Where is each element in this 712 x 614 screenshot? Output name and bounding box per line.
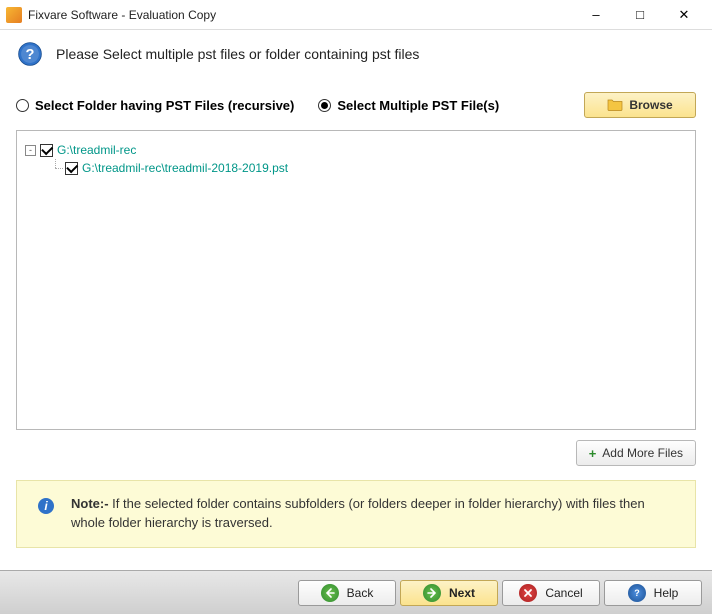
cancel-button[interactable]: Cancel xyxy=(502,580,600,606)
tree-root-checkbox[interactable] xyxy=(40,144,53,157)
cancel-x-icon xyxy=(519,584,537,602)
radio-select-multiple[interactable]: Select Multiple PST File(s) xyxy=(318,98,499,113)
next-button-label: Next xyxy=(449,586,475,600)
options-row: Select Folder having PST Files (recursiv… xyxy=(16,92,696,118)
svg-text:?: ? xyxy=(634,588,640,598)
tree-child-row[interactable]: G:\treadmil-rec\treadmil-2018-2019.pst xyxy=(25,159,687,177)
tree-child-label: G:\treadmil-rec\treadmil-2018-2019.pst xyxy=(82,161,288,175)
next-button[interactable]: Next xyxy=(400,580,498,606)
maximize-button[interactable]: □ xyxy=(618,1,662,29)
svg-text:?: ? xyxy=(26,47,35,63)
question-icon: ? xyxy=(16,40,44,68)
tree-connector xyxy=(51,159,65,177)
note-prefix: Note:- xyxy=(71,496,112,511)
app-icon xyxy=(6,7,22,23)
back-arrow-icon xyxy=(321,584,339,602)
next-arrow-icon xyxy=(423,584,441,602)
tree-root-row[interactable]: - G:\treadmil-rec xyxy=(25,141,687,159)
back-button-label: Back xyxy=(347,586,374,600)
radio-icon-selected xyxy=(318,99,331,112)
header-text: Please Select multiple pst files or fold… xyxy=(56,46,419,62)
help-q-icon: ? xyxy=(628,584,646,602)
header-strip: ? Please Select multiple pst files or fo… xyxy=(0,30,712,82)
tree-child-checkbox[interactable] xyxy=(65,162,78,175)
folder-icon xyxy=(607,97,623,114)
note-body: If the selected folder contains subfolde… xyxy=(71,496,645,530)
add-more-files-button[interactable]: + Add More Files xyxy=(576,440,696,466)
collapse-icon[interactable]: - xyxy=(25,145,36,156)
radio-select-folder-label: Select Folder having PST Files (recursiv… xyxy=(35,98,294,113)
add-more-files-label: Add More Files xyxy=(602,446,683,460)
footer-nav: Back Next Cancel ? Help xyxy=(0,570,712,614)
browse-button-label: Browse xyxy=(629,98,672,112)
close-button[interactable]: ✕ xyxy=(662,1,706,29)
back-button[interactable]: Back xyxy=(298,580,396,606)
plus-icon: + xyxy=(589,446,597,461)
file-tree: - G:\treadmil-rec G:\treadmil-rec\treadm… xyxy=(16,130,696,430)
browse-button[interactable]: Browse xyxy=(584,92,696,118)
help-button-label: Help xyxy=(654,586,679,600)
info-icon: i xyxy=(37,497,55,515)
titlebar: Fixvare Software - Evaluation Copy – □ ✕ xyxy=(0,0,712,30)
radio-icon xyxy=(16,99,29,112)
radio-select-multiple-label: Select Multiple PST File(s) xyxy=(337,98,499,113)
tree-root-label: G:\treadmil-rec xyxy=(57,143,136,157)
cancel-button-label: Cancel xyxy=(545,586,582,600)
window-title: Fixvare Software - Evaluation Copy xyxy=(28,8,574,22)
radio-select-folder[interactable]: Select Folder having PST Files (recursiv… xyxy=(16,98,294,113)
note-text: Note:- If the selected folder contains s… xyxy=(71,495,675,533)
minimize-button[interactable]: – xyxy=(574,1,618,29)
help-button[interactable]: ? Help xyxy=(604,580,702,606)
note-box: i Note:- If the selected folder contains… xyxy=(16,480,696,548)
